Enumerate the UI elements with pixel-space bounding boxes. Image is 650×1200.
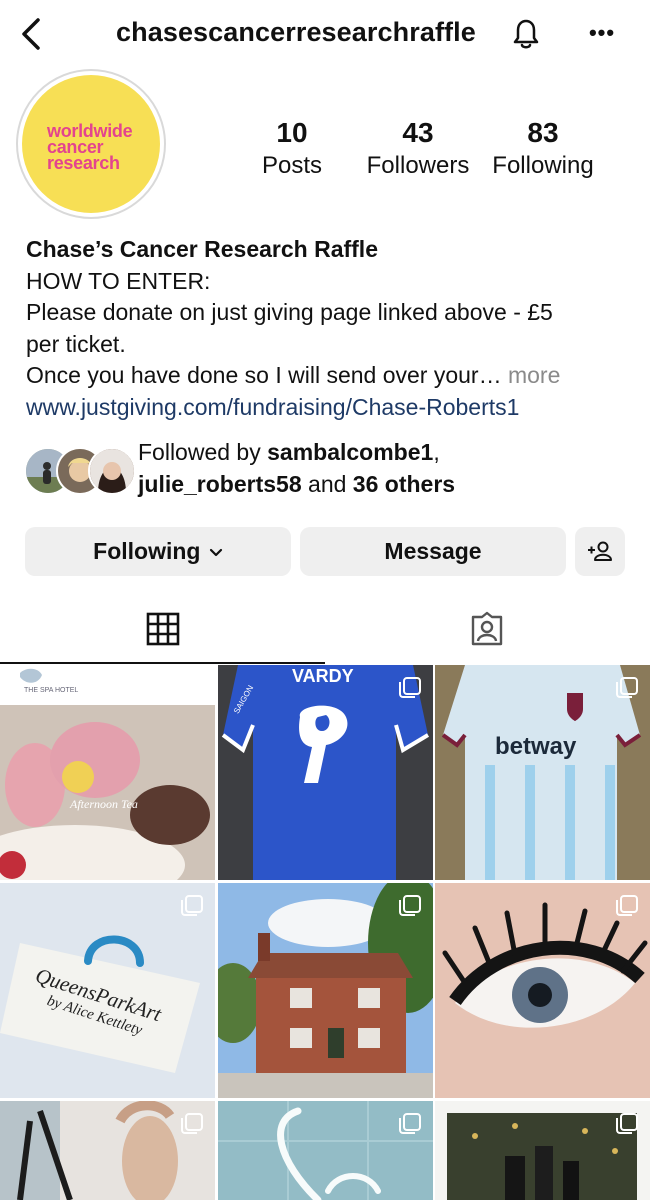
post-tile-cottage[interactable] (218, 883, 433, 1098)
bio-line: per ticket. (26, 330, 126, 357)
profile-username: chasescancerresearchraffle (116, 17, 476, 47)
more-options-button[interactable]: ••• (582, 14, 622, 54)
back-button[interactable] (14, 14, 54, 54)
multi-photo-icon (399, 1113, 421, 1134)
followers-count: 43 (402, 117, 434, 148)
avatar[interactable]: worldwide cancer research (22, 75, 160, 213)
bio-line: Once you have done so I will send over y… (26, 362, 502, 388)
active-tab-indicator (0, 662, 325, 664)
shirt-name: VARDY (292, 666, 354, 686)
post-tile-neon[interactable] (218, 1101, 433, 1200)
chevron-left-icon (22, 18, 40, 50)
followed-by-text[interactable]: Followed by sambalcombe1, julie_roberts5… (138, 436, 455, 500)
post-tile-queens-park-art[interactable]: QueensParkArt by Alice Kettlety (0, 883, 215, 1098)
post-tile-afternoon-tea[interactable]: THE SPA HOTEL Afternoon Tea (0, 665, 215, 880)
profile-bio: Chase’s Cancer Research Raffle HOW TO EN… (26, 234, 636, 423)
follower-avatar[interactable] (88, 447, 136, 495)
post-tile-westham-shirt[interactable]: betway (435, 665, 650, 880)
following-button[interactable]: Following (25, 527, 291, 576)
following-label: Following (492, 152, 594, 179)
multi-photo-icon (616, 895, 638, 916)
bio-more-link[interactable]: more (508, 362, 560, 388)
post-tile-gift-set[interactable] (435, 1101, 650, 1200)
mutual-follower-2[interactable]: julie_roberts58 (138, 471, 302, 497)
profile-name: Chase’s Cancer Research Raffle (26, 236, 378, 262)
sponsor-logo-text: betway (495, 733, 577, 760)
chevron-down-icon (209, 548, 222, 557)
top-bar: chasescancerresearchraffle ••• (0, 0, 650, 70)
multi-photo-icon (181, 895, 203, 916)
followers-stat[interactable]: 43 Followers (360, 117, 476, 181)
bio-line: Please donate on just giving page linked… (26, 299, 553, 325)
mutual-follower-1[interactable]: sambalcombe1 (267, 439, 433, 465)
person-photo-icon (90, 449, 134, 493)
multi-photo-icon (181, 1113, 203, 1134)
post-tile-eyelashes[interactable] (435, 883, 650, 1098)
suggested-users-button[interactable] (575, 527, 625, 576)
multi-photo-icon (616, 1113, 638, 1134)
tagged-person-icon (471, 611, 503, 646)
bell-icon (513, 19, 539, 49)
multi-photo-icon (399, 677, 421, 698)
multi-photo-icon (616, 677, 638, 698)
posts-label: Posts (261, 152, 323, 179)
add-person-icon (588, 541, 612, 561)
post-tile-vardy-shirt[interactable]: VARDY SAIGON (218, 665, 433, 880)
avatar-logo-text: worldwide cancer research (47, 121, 133, 173)
post-tile-yoga[interactable] (0, 1101, 215, 1200)
following-stat[interactable]: 83 Following (487, 117, 599, 181)
tab-posts-grid[interactable] (145, 611, 181, 647)
tile-caption: Afternoon Tea (70, 797, 138, 811)
posts-count: 10 (276, 117, 308, 148)
yoga-photo (0, 1101, 215, 1200)
notifications-button[interactable] (506, 14, 546, 54)
tab-tagged[interactable] (469, 611, 505, 647)
neon-sign-photo (218, 1101, 433, 1200)
multi-photo-icon (399, 895, 421, 916)
mutual-followers-others[interactable]: 36 others (353, 471, 455, 497)
grid-icon (146, 612, 180, 646)
following-count: 83 (527, 117, 559, 148)
bio-external-link[interactable]: www.justgiving.com/fundraising/Chase-Rob… (26, 392, 636, 424)
bio-line: HOW TO ENTER: (26, 267, 211, 294)
message-button[interactable]: Message (300, 527, 566, 576)
posts-stat[interactable]: 10 Posts (252, 117, 332, 181)
multi-photo-icon (181, 677, 203, 698)
gift-set-photo (435, 1101, 650, 1200)
followers-label: Followers (366, 152, 470, 179)
spa-hotel-logo-text: THE SPA HOTEL (24, 687, 79, 694)
